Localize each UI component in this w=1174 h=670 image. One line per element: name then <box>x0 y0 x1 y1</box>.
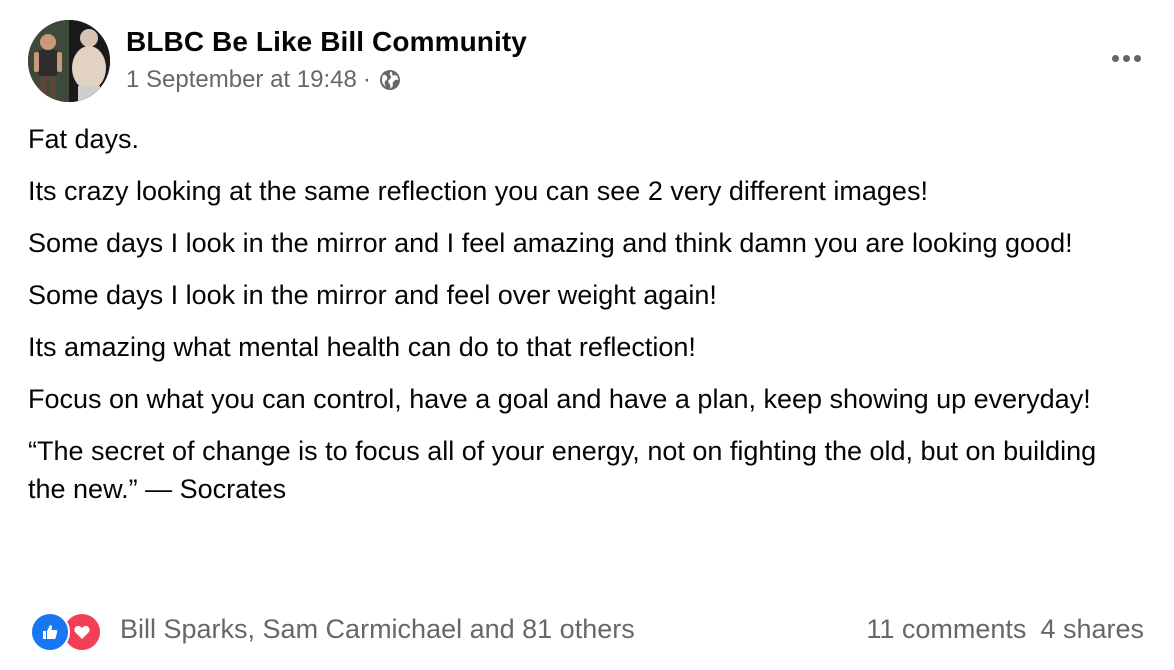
post-paragraph: “The secret of change is to focus all of… <box>28 436 1097 504</box>
post-footer: Bill Sparks, Sam Carmichael and 81 other… <box>30 608 1146 652</box>
shares-count-link[interactable]: 4 shares <box>1040 614 1144 644</box>
more-options-icon <box>1111 54 1119 62</box>
reaction-icons[interactable] <box>30 612 108 652</box>
like-reaction-icon <box>30 612 70 652</box>
comments-count-link[interactable]: 11 comments <box>866 614 1026 644</box>
post-paragraph: Some days I look in the mirror and feel … <box>28 280 717 310</box>
group-avatar[interactable] <box>28 20 110 102</box>
more-options-button[interactable] <box>1104 46 1148 70</box>
post-paragraph: Its amazing what mental health can do to… <box>28 332 696 362</box>
post-paragraph: Fat days. <box>28 124 140 154</box>
post-meta: 1 September at 19:48 · <box>126 66 401 94</box>
group-name-link[interactable]: BLBC Be Like Bill Community <box>126 26 527 58</box>
post-paragraph: Its crazy looking at the same reflection… <box>28 176 928 206</box>
avatar-image <box>28 20 110 102</box>
post-timestamp[interactable]: 1 September at 19:48 <box>126 66 357 94</box>
post-body: Fat days. Its crazy looking at the same … <box>28 120 1138 522</box>
post-paragraph: Focus on what you can control, have a go… <box>28 384 1091 414</box>
globe-icon[interactable] <box>379 69 401 91</box>
reacted-by-link[interactable]: Bill Sparks, Sam Carmichael and 81 other… <box>120 614 635 645</box>
facebook-post: BLBC Be Like Bill Community 1 September … <box>0 0 1174 670</box>
meta-separator: · <box>362 66 371 93</box>
post-header: BLBC Be Like Bill Community 1 September … <box>28 20 1148 104</box>
engagement-counts: 11 comments 4 shares <box>866 614 1144 645</box>
post-paragraph: Some days I look in the mirror and I fee… <box>28 228 1073 258</box>
